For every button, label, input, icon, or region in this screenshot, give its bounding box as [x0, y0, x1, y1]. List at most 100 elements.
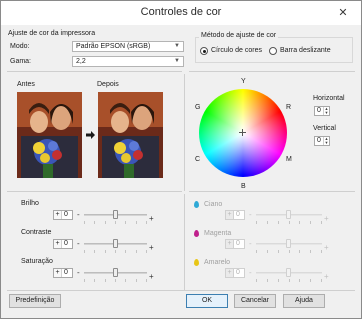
cyan-ticks — [256, 221, 322, 224]
vertical-label: Vertical — [313, 125, 336, 132]
gamma-select[interactable]: 2,2 ▼ — [72, 56, 184, 67]
slider-tick — [299, 221, 301, 224]
yellow-spinner[interactable]: + 0 — [225, 268, 245, 278]
ok-button[interactable]: OK — [186, 294, 228, 308]
wheel-label-r: R — [286, 104, 292, 111]
slider-tick — [125, 279, 127, 282]
slider-tick — [94, 279, 96, 282]
color-wheel[interactable] — [199, 89, 287, 177]
before-label: Antes — [17, 81, 35, 88]
cyan-minus: - — [249, 210, 252, 219]
method-radio-circle[interactable] — [200, 47, 208, 55]
contrast-spinner[interactable]: + 0 — [53, 239, 73, 249]
slider-tick — [135, 279, 137, 282]
default-button[interactable]: Predefinição — [9, 294, 61, 308]
cyan-label: Ciano — [204, 201, 223, 208]
cyan-spinner[interactable]: + 0 — [225, 210, 245, 220]
mode-select[interactable]: Padrão EPSON (sRGB) ▼ — [72, 41, 184, 52]
magenta-drop-icon — [194, 230, 199, 237]
saturation-value: 0 — [64, 269, 68, 276]
magenta-ticks — [256, 250, 322, 253]
yellow-label: Amarelo — [204, 259, 231, 266]
slider-tick — [277, 221, 279, 224]
slider-tick — [299, 250, 301, 253]
saturation-spinner[interactable]: + 0 — [53, 268, 73, 278]
left-divider — [7, 71, 182, 72]
slider-tick — [321, 279, 322, 282]
title-bar: Controles de cor ✕ — [1, 1, 361, 25]
center-bottom-divider — [184, 194, 185, 290]
magenta-label: Magenta — [204, 230, 232, 237]
slider-tick — [288, 221, 290, 224]
slider-tick — [277, 279, 279, 282]
magenta-sign: + — [226, 240, 234, 248]
brightness-sign: + — [54, 211, 62, 219]
slider-tick — [310, 279, 312, 282]
right-divider — [189, 71, 355, 72]
saturation-ticks — [84, 279, 147, 282]
after-label: Depois — [97, 81, 119, 88]
yellow-plus: + — [324, 272, 329, 281]
slider-tick — [321, 221, 322, 224]
contrast-slider-thumb[interactable] — [112, 239, 118, 248]
contrast-value: 0 — [64, 240, 68, 247]
slider-tick — [256, 279, 257, 282]
slider-tick — [84, 221, 85, 224]
method-radio-slider[interactable] — [269, 47, 277, 55]
magenta-minus: - — [249, 239, 252, 248]
slider-tick — [146, 221, 147, 224]
slider-tick — [310, 221, 312, 224]
wheel-crosshair-v — [242, 129, 243, 136]
cyan-plus: + — [324, 214, 329, 223]
magenta-plus: + — [324, 243, 329, 252]
arrow-right-icon — [86, 131, 95, 141]
gamma-select-value: 2,2 — [76, 58, 86, 65]
method-group-label: Método de ajuste de cor — [199, 32, 279, 39]
updown-arrows-icon: ▲ ▼ — [323, 136, 329, 145]
yellow-slider-thumb[interactable] — [286, 268, 291, 277]
saturation-slider-thumb[interactable] — [112, 268, 118, 277]
saturation-plus: + — [149, 272, 154, 281]
slider-tick — [288, 250, 290, 253]
contrast-ticks — [84, 250, 147, 253]
cyan-sign: + — [226, 211, 234, 219]
magenta-slider-thumb[interactable] — [286, 239, 291, 248]
horizontal-spinner[interactable]: 0 ▲ ▼ — [314, 106, 330, 116]
wheel-label-g: G — [195, 104, 201, 111]
slider-tick — [125, 221, 127, 224]
horizontal-label: Horizontal — [313, 95, 345, 102]
mode-label: Modo: — [10, 43, 30, 50]
slider-tick — [94, 250, 96, 253]
cyan-slider-thumb[interactable] — [286, 210, 291, 219]
slider-tick — [135, 221, 137, 224]
brightness-spinner[interactable]: + 0 — [53, 210, 73, 220]
slider-tick — [104, 221, 106, 224]
slider-tick — [84, 279, 85, 282]
wheel-label-m: M — [286, 156, 292, 163]
chevron-down-icon: ▼ — [174, 58, 180, 64]
wheel-label-y: Y — [241, 78, 246, 85]
method-option-slider: Barra deslizante — [280, 47, 331, 54]
center-divider — [184, 74, 185, 191]
slider-tick — [115, 279, 116, 282]
yellow-value: 0 — [236, 269, 240, 276]
close-icon[interactable]: ✕ — [331, 5, 355, 21]
brightness-minus: - — [77, 210, 80, 219]
gamma-label: Gama: — [10, 58, 32, 65]
slider-tick — [321, 250, 322, 253]
wheel-label-b: B — [241, 183, 246, 190]
magenta-spinner[interactable]: + 0 — [225, 239, 245, 249]
vertical-spinner[interactable]: 0 ▲ ▼ — [314, 136, 330, 146]
yellow-minus: - — [249, 268, 252, 277]
slider-tick — [115, 250, 116, 253]
brightness-plus: + — [149, 214, 154, 223]
brightness-ticks — [84, 221, 147, 224]
slider-tick — [256, 221, 257, 224]
help-button[interactable]: Ajuda — [283, 294, 325, 308]
cancel-button[interactable]: Cancelar — [234, 294, 276, 308]
contrast-label: Contraste — [21, 229, 52, 236]
brightness-slider-thumb[interactable] — [112, 210, 118, 219]
magenta-value: 0 — [236, 240, 240, 247]
contrast-plus: + — [149, 243, 154, 252]
slider-tick — [104, 250, 106, 253]
